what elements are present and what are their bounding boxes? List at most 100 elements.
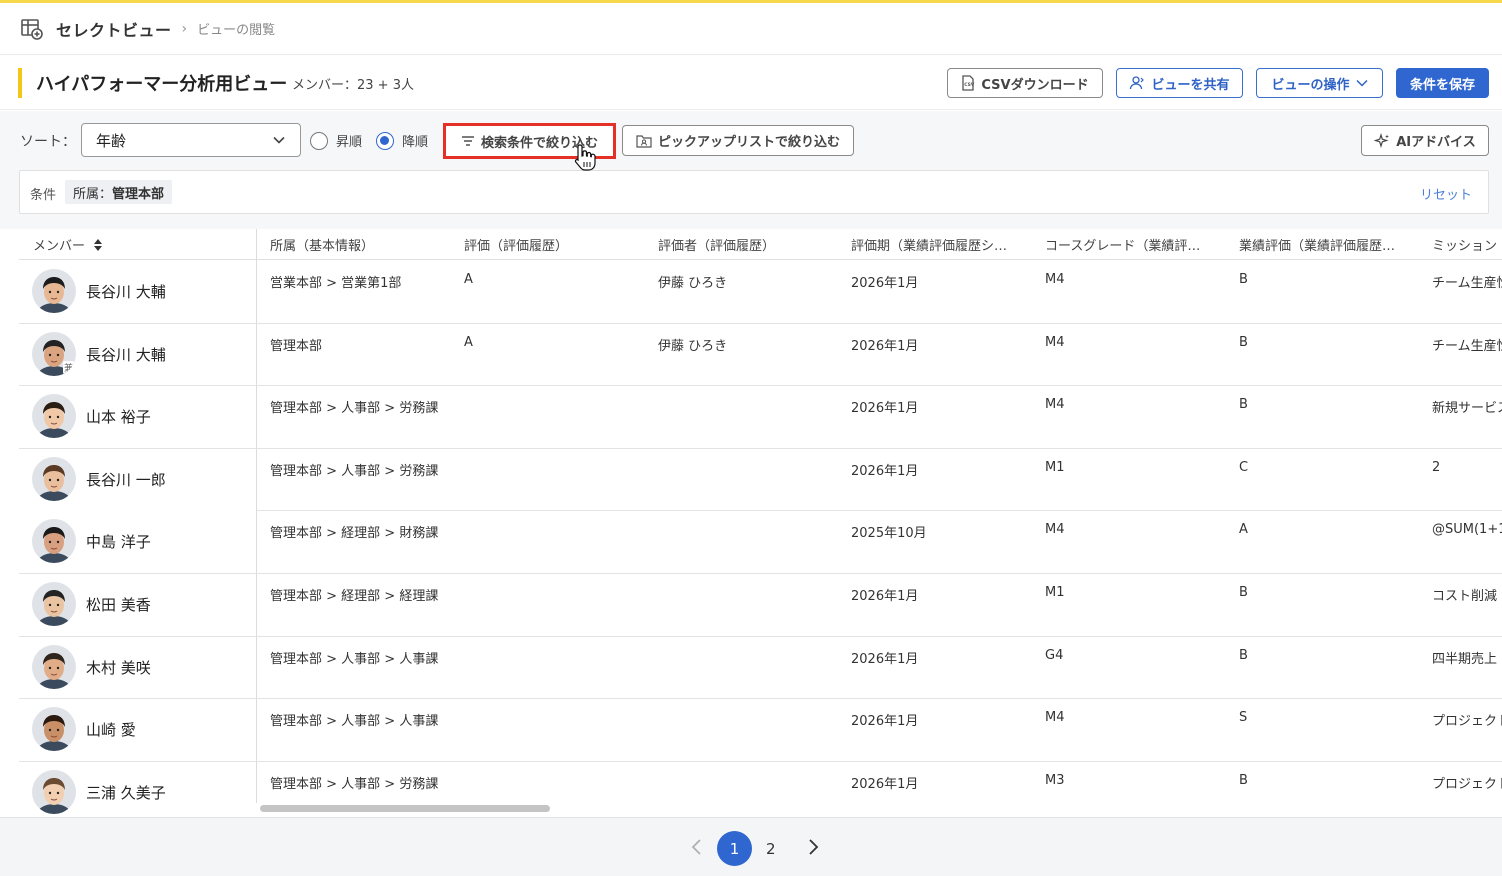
sort-select-value: 年齢 xyxy=(96,131,127,150)
avatar xyxy=(32,394,76,438)
horizontal-scrollbar[interactable] xyxy=(260,805,550,812)
row-divider xyxy=(257,698,1502,699)
member-cell[interactable]: 山崎 愛 xyxy=(19,698,136,760)
member-name[interactable]: 三浦 久美子 xyxy=(86,782,166,803)
sort-ascending-radio[interactable]: 昇順 xyxy=(310,131,362,150)
table-cell: 管理本部 > 人事部 > 労務課 xyxy=(270,401,439,416)
chevron-left-icon[interactable] xyxy=(688,838,706,856)
table-cell: M1 xyxy=(1045,585,1065,600)
table-cell: 伊藤 ひろき xyxy=(658,276,728,291)
table-cell: 2026年1月 xyxy=(851,777,919,792)
ai-advice-label: AIアドバイス xyxy=(1396,135,1476,150)
column-header[interactable]: 評価者（評価履歴） xyxy=(658,229,848,260)
avatar xyxy=(32,457,76,501)
member-header-label: メンバー xyxy=(33,239,86,254)
member-name[interactable]: 山本 裕子 xyxy=(86,406,151,427)
table-cell: B xyxy=(1239,773,1248,788)
page-2-button[interactable]: 2 xyxy=(766,840,776,858)
member-name[interactable]: 長谷川 大輔 xyxy=(86,344,166,365)
column-header[interactable]: 評価（評価履歴） xyxy=(464,229,654,260)
table-cell: 2 xyxy=(1432,460,1441,475)
reset-link[interactable]: リセット xyxy=(1420,184,1472,203)
avatar xyxy=(32,770,76,814)
member-cell[interactable]: 中島 洋子 xyxy=(19,510,151,572)
avatar xyxy=(32,269,76,313)
member-cell[interactable]: 三浦 久美子 xyxy=(19,761,166,817)
table-cell: 2025年10月 xyxy=(851,526,927,541)
table-cell: 管理本部 > 人事部 > 人事課 xyxy=(270,652,439,667)
table-cell: プロジェクト xyxy=(1432,714,1502,729)
member-cell[interactable]: 長谷川 一郎 xyxy=(19,448,166,510)
picklist-filter-label: ピックアップリストで絞り込む xyxy=(657,135,840,150)
member-name[interactable]: 長谷川 一郎 xyxy=(86,469,166,490)
view-operations-dropdown[interactable]: ビューの操作 xyxy=(1256,68,1383,98)
table-cell: M4 xyxy=(1045,272,1065,287)
member-name[interactable]: 山崎 愛 xyxy=(86,719,136,740)
sort-select[interactable]: 年齢 xyxy=(81,123,301,157)
row-divider xyxy=(257,636,1502,637)
sort-ascending-label: 昇順 xyxy=(336,135,363,150)
table-cell: M4 xyxy=(1045,397,1065,412)
member-column-header[interactable]: メンバー xyxy=(33,229,253,260)
table-cell: 管理本部 xyxy=(270,339,323,354)
table-cell: G4 xyxy=(1045,648,1064,663)
member-name[interactable]: 長谷川 大輔 xyxy=(86,281,166,302)
title-accent-bar xyxy=(18,68,22,98)
column-header[interactable]: コースグレード（業績評… xyxy=(1045,229,1235,260)
row-divider xyxy=(257,323,1502,324)
condition-chip[interactable]: 所属： 管理本部 xyxy=(65,180,173,204)
user-share-icon xyxy=(1130,76,1145,90)
condition-chip-value: 管理本部 xyxy=(112,186,165,202)
table-cell: 管理本部 > 人事部 > 労務課 xyxy=(270,777,439,792)
row-divider xyxy=(257,510,1502,511)
table-cell: 管理本部 > 人事部 > 労務課 xyxy=(270,464,439,479)
page-1-button[interactable]: 1 xyxy=(717,831,752,866)
member-name[interactable]: 木村 美咲 xyxy=(86,657,151,678)
column-header[interactable]: 所属（基本情報） xyxy=(270,229,460,260)
row-divider xyxy=(257,573,1502,574)
member-name[interactable]: 松田 美香 xyxy=(86,594,151,615)
member-cell[interactable]: 山本 裕子 xyxy=(19,385,151,447)
chevron-right-icon: › xyxy=(181,20,188,37)
ai-advice-button[interactable]: AIアドバイス xyxy=(1361,125,1489,156)
csv-download-button[interactable]: CSV CSVダウンロード xyxy=(947,68,1103,98)
table-cell: 四半期売上 xyxy=(1432,652,1498,667)
header-divider xyxy=(19,259,1502,260)
table-cell: コスト削減 xyxy=(1432,589,1498,604)
column-header[interactable]: ミッション xyxy=(1432,229,1502,260)
column-header[interactable]: 評価期（業績評価履歴シ… xyxy=(851,229,1041,260)
chevron-down-icon xyxy=(273,136,285,144)
sort-descending-label: 降順 xyxy=(402,135,429,150)
member-cell[interactable]: 松田 美香 xyxy=(19,573,151,635)
avatar xyxy=(32,645,76,689)
folder-user-icon xyxy=(636,134,652,148)
table-cell: B xyxy=(1239,335,1248,350)
hand-cursor-icon xyxy=(574,144,596,171)
table-cell: 伊藤 ひろき xyxy=(658,339,728,354)
chevron-down-icon xyxy=(1355,79,1368,87)
table-cell: 2026年1月 xyxy=(851,401,919,416)
share-view-button[interactable]: ビューを共有 xyxy=(1116,68,1243,98)
column-header[interactable]: 業績評価（業績評価履歴… xyxy=(1239,229,1429,260)
save-conditions-button[interactable]: 条件を保存 xyxy=(1396,68,1489,98)
select-view-icon xyxy=(21,18,43,40)
view-header: ハイパフォーマー分析用ビュー メンバー：23 + 3人 CSV CSVダウンロー… xyxy=(0,56,1502,110)
member-cell[interactable]: 木村 美咲 xyxy=(19,636,151,698)
conditions-panel: 条件 所属： 管理本部 リセット xyxy=(19,170,1489,214)
member-name[interactable]: 中島 洋子 xyxy=(86,531,151,552)
table-cell: A xyxy=(464,272,473,287)
breadcrumb-current: ビューの閲覧 xyxy=(197,23,276,38)
table-cell: プロジェクト xyxy=(1432,777,1502,792)
table-cell: C xyxy=(1239,460,1249,475)
member-cell[interactable]: 長谷川 大輔 xyxy=(19,260,166,322)
avatar xyxy=(32,582,76,626)
row-divider xyxy=(257,448,1502,449)
sort-descending-radio[interactable]: 降順 xyxy=(376,131,428,150)
chevron-right-icon[interactable] xyxy=(804,838,822,856)
table-cell: 2026年1月 xyxy=(851,339,919,354)
member-cell[interactable]: 兼長谷川 大輔 xyxy=(19,323,166,385)
picklist-filter-button[interactable]: ピックアップリストで絞り込む xyxy=(622,125,854,156)
csv-download-label: CSVダウンロード xyxy=(981,77,1089,93)
breadcrumb-root[interactable]: セレクトビュー xyxy=(56,17,172,41)
radio-circle xyxy=(310,131,328,150)
